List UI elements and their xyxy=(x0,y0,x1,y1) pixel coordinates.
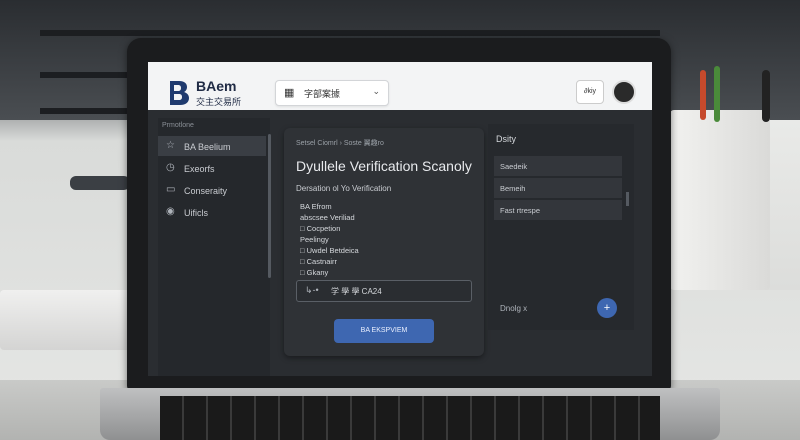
clock-icon: ◷ xyxy=(166,162,175,173)
section-subtitle: Dersation ol Yo Verification xyxy=(296,184,392,193)
right-list-item[interactable]: Fast rtrespe xyxy=(494,200,622,220)
sidebar-item-beelium[interactable]: ☆ BA Beelium xyxy=(158,136,266,156)
star-icon: ☆ xyxy=(166,140,175,151)
right-panel-link[interactable]: Dnolg x xyxy=(500,304,527,313)
code-input[interactable]: ↳-• 学 學 學 CA24 xyxy=(296,280,472,302)
list-item: Peelingy xyxy=(300,235,329,244)
list-item: abscsee Veriliad xyxy=(300,213,355,222)
app-header: BAem 交主交易所 ▦ 字部案據 ⌄ ∂kiy xyxy=(148,62,652,110)
calendar-icon: ▦ xyxy=(284,87,295,99)
sidebar-item-label: Uificls xyxy=(184,208,208,218)
code-input-value: 学 學 學 CA24 xyxy=(331,287,382,296)
sidebar-item-label: BA Beelium xyxy=(184,142,231,152)
user-button[interactable]: ∂kiy xyxy=(576,80,604,104)
arrow-icon: ↳-• xyxy=(305,285,319,295)
checkbox-item[interactable]: □ Gkany xyxy=(300,268,328,277)
submit-button[interactable]: BA EKSPVIEM xyxy=(334,319,434,343)
settings-icon: ◉ xyxy=(166,206,175,217)
sidebar-section-label: Prmotlone xyxy=(162,122,194,129)
folder-icon: ▭ xyxy=(166,184,176,195)
sidebar-scrollbar[interactable] xyxy=(268,134,271,278)
background-cable xyxy=(762,70,770,122)
avatar[interactable] xyxy=(612,80,636,104)
background-cable xyxy=(700,70,706,120)
sidebar-item-label: Exeorfs xyxy=(184,164,215,174)
background-cable xyxy=(714,66,720,122)
checkbox-item[interactable]: □ Uwdel Betdeica xyxy=(300,246,359,255)
sidebar: Prmotlone ☆ BA Beelium ◷ Exeorfs ▭ Conse… xyxy=(158,118,270,376)
right-list-label: Bemeih xyxy=(500,184,526,193)
background-cup xyxy=(670,110,770,290)
sidebar-item-uificls[interactable]: ◉ Uificls xyxy=(158,202,266,222)
workspace-dropdown[interactable]: ▦ 字部案據 ⌄ xyxy=(275,80,389,106)
sidebar-item-conseraity[interactable]: ▭ Conseraity xyxy=(158,180,266,200)
logo-icon xyxy=(168,80,190,106)
app-screen: BAem 交主交易所 ▦ 字部案據 ⌄ ∂kiy Prmotlone ☆ BA … xyxy=(148,62,652,376)
right-list-item[interactable]: Bemeih xyxy=(494,178,622,198)
right-panel: Dsity Saedeik Bemeih Fast rtrespe Dnolg … xyxy=(488,124,634,330)
right-panel-scrollbar[interactable] xyxy=(626,192,629,206)
verification-card: Setsel Ciomrl › Soste 翼趣ro Dyullele Veri… xyxy=(284,128,484,356)
checkbox-item[interactable]: □ Cocpetion xyxy=(300,224,340,233)
checkbox-item[interactable]: □ Castnairr xyxy=(300,257,337,266)
chevron-down-icon: ⌄ xyxy=(372,86,380,96)
add-button[interactable]: + xyxy=(597,298,617,318)
list-item: BA Efrom xyxy=(300,202,332,211)
logo-text: BAem xyxy=(196,78,237,94)
page-title: Dyullele Verification Scanoly xyxy=(296,158,472,174)
sidebar-item-exeorfs[interactable]: ◷ Exeorfs xyxy=(158,158,266,178)
laptop-keyboard xyxy=(160,396,660,440)
breadcrumb: Setsel Ciomrl › Soste 翼趣ro xyxy=(296,140,384,147)
logo-subtitle: 交主交易所 xyxy=(196,97,242,107)
right-list-label: Fast rtrespe xyxy=(500,206,541,215)
background-cable xyxy=(70,176,130,190)
background-keyboard xyxy=(0,290,140,350)
right-panel-title: Dsity xyxy=(496,134,516,144)
sidebar-item-label: Conseraity xyxy=(184,186,228,196)
right-list-item[interactable]: Saedeik xyxy=(494,156,622,176)
dropdown-label: 字部案據 xyxy=(304,89,341,99)
right-list-label: Saedeik xyxy=(500,162,528,171)
